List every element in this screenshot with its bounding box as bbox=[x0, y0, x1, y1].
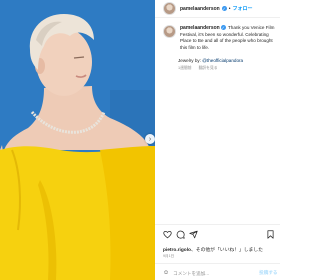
caption-avatar[interactable] bbox=[163, 25, 176, 38]
comment-input[interactable] bbox=[173, 270, 254, 276]
post-comment-button[interactable]: 投稿する bbox=[259, 270, 277, 276]
jewelry-label: Jewelry by: bbox=[178, 58, 201, 64]
post-date: 9月1日 bbox=[163, 254, 175, 258]
header-username[interactable]: pamelaanderson bbox=[180, 6, 220, 12]
heart-icon[interactable] bbox=[163, 230, 172, 239]
header-separator: • bbox=[228, 5, 231, 12]
translate-link[interactable]: 翻訳を見る bbox=[199, 66, 218, 70]
caption-text: pamelaanderson ✓ Thank you Venice Film Fe… bbox=[180, 25, 280, 51]
likes-suffix: 、その他が「いいね！」しました bbox=[190, 248, 263, 253]
caption-block: pamelaanderson ✓ Thank you Venice Film Fe… bbox=[163, 25, 280, 71]
post-header: pamelaanderson ✓ • フォロー bbox=[155, 0, 280, 18]
bookmark-icon[interactable] bbox=[266, 230, 275, 239]
comment-bar: ☺ 投稿する bbox=[155, 263, 280, 280]
caption-username[interactable]: pamelaanderson bbox=[180, 25, 220, 31]
action-icons bbox=[163, 230, 275, 240]
share-icon[interactable] bbox=[189, 230, 198, 239]
avatar[interactable] bbox=[163, 2, 176, 15]
time-ago: 1週間前 bbox=[178, 66, 192, 71]
verified-badge-icon: ✓ bbox=[221, 6, 227, 11]
caption-meta: 1週間前 翻訳を見る bbox=[178, 66, 280, 71]
post-photo[interactable]: › bbox=[0, 0, 155, 280]
follow-button[interactable]: フォロー bbox=[233, 5, 253, 12]
chevron-right-icon: › bbox=[148, 135, 152, 143]
verified-badge-icon: ✓ bbox=[220, 25, 226, 31]
post-side-panel: pamelaanderson ✓ • フォロー pamelaanderson ✓ … bbox=[155, 0, 280, 280]
emoji-icon[interactable]: ☺ bbox=[163, 270, 169, 276]
jewelry-handle-link[interactable]: @theofficialpandora bbox=[202, 58, 243, 63]
post-actions: pietro.rigolo、その他が「いいね！」しました 9月1日 ☺ 投稿する bbox=[155, 224, 280, 280]
comment-icon[interactable] bbox=[176, 230, 185, 239]
likes-user-link[interactable]: pietro.rigolo bbox=[163, 248, 191, 253]
caption-jewelry-line: Jewelry by: @theofficialpandora bbox=[178, 58, 280, 63]
next-photo-button[interactable]: › bbox=[145, 134, 155, 144]
likes-line: pietro.rigolo、その他が「いいね！」しました bbox=[163, 246, 263, 253]
photo-illustration bbox=[0, 0, 155, 280]
